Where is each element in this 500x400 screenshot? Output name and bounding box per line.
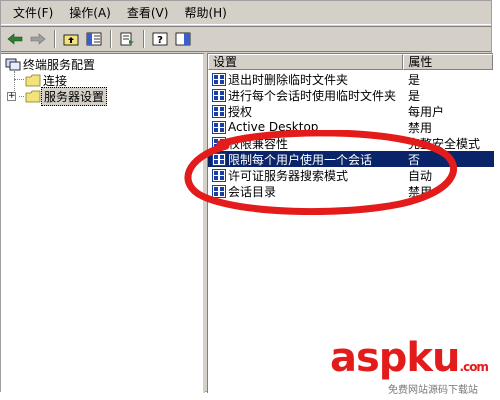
back-button[interactable]: [4, 29, 26, 49]
setting-icon: [212, 72, 226, 86]
setting-value: 是: [408, 72, 421, 87]
arrow-left-icon: [7, 33, 23, 45]
setting-value: 自动: [408, 168, 433, 183]
setting-name-cell: 许可证服务器搜索模式: [208, 167, 404, 184]
toolbar: ?: [1, 26, 491, 52]
table-row[interactable]: 进行每个会话时使用临时文件夹是: [208, 87, 494, 103]
menu-file[interactable]: 文件(F): [5, 2, 61, 23]
setting-value: 完整安全模式: [408, 136, 481, 151]
table-row[interactable]: 授权 每用户: [208, 103, 494, 119]
expand-toggle[interactable]: +: [7, 92, 16, 101]
console-tree-icon: [86, 32, 102, 46]
setting-value: 禁用: [408, 184, 433, 199]
export-list-button[interactable]: [116, 29, 138, 49]
setting-icon: [212, 88, 226, 102]
folder-up-icon: [63, 34, 79, 46]
mmc-window: 文件(F) 操作(A) 查看(V) 帮助(H) ? 终端服务配置 连接 + 服务…: [0, 0, 494, 393]
forward-button[interactable]: [27, 29, 49, 49]
setting-name: 进行每个会话时使用临时文件夹: [228, 88, 397, 103]
terminal-services-icon: [5, 58, 21, 70]
setting-name-cell: 进行每个会话时使用临时文件夹: [208, 87, 404, 104]
toolbar-separator: [54, 30, 56, 48]
setting-name: Active Desktop: [228, 120, 319, 134]
table-row[interactable]: 权限兼容性 完整安全模式: [208, 135, 494, 151]
setting-icon: [212, 152, 226, 166]
column-header-attribute[interactable]: 属性: [403, 54, 493, 70]
setting-icon: [212, 136, 226, 150]
table-row[interactable]: 退出时删除临时文件夹 是: [208, 71, 494, 87]
table-row[interactable]: 会话目录 禁用: [208, 183, 494, 199]
setting-icon: [212, 168, 226, 182]
table-row[interactable]: Active Desktop 禁用: [208, 119, 494, 135]
show-hide-tree-button[interactable]: [83, 29, 105, 49]
svg-text:?: ?: [157, 35, 163, 46]
setting-name-cell: 会话目录: [208, 183, 404, 200]
setting-name-cell: 限制每个用户使用一个会话: [208, 151, 404, 168]
setting-value: 否: [408, 152, 421, 167]
tree-root-node[interactable]: 终端服务配置: [5, 56, 97, 73]
show-hide-action-pane-button[interactable]: [172, 29, 194, 49]
setting-name: 许可证服务器搜索模式: [228, 168, 349, 183]
toolbar-separator: [110, 30, 112, 48]
list-header: 设置 属性: [208, 54, 493, 70]
arrow-right-icon: [30, 33, 46, 45]
tree-root-label: 终端服务配置: [23, 58, 96, 72]
setting-icon: [212, 120, 226, 134]
setting-name-cell: 退出时删除临时文件夹: [208, 71, 404, 88]
console-tree: 终端服务配置 连接 + 服务器设置: [1, 53, 205, 393]
setting-name: 授权: [228, 104, 253, 119]
table-row[interactable]: 限制每个用户使用一个会话 否: [208, 151, 494, 167]
toolbar-separator: [143, 30, 145, 48]
setting-value: 禁用: [408, 120, 433, 135]
help-icon: ?: [152, 32, 168, 46]
setting-value: 每用户: [408, 104, 445, 119]
setting-icon: [212, 104, 226, 118]
details-list: 设置 属性 退出时删除临时文件夹是进行每个会话时使用临时文件夹是授权 每用户 Act…: [207, 53, 494, 393]
menu-help[interactable]: 帮助(H): [176, 2, 234, 23]
setting-icon: [212, 184, 226, 198]
menu-action[interactable]: 操作(A): [61, 2, 119, 23]
menu-bar: 文件(F) 操作(A) 查看(V) 帮助(H): [1, 1, 491, 25]
setting-name: 会话目录: [228, 184, 277, 199]
menu-view[interactable]: 查看(V): [119, 2, 177, 23]
folder-icon: [25, 90, 41, 103]
setting-name-cell: 授权: [208, 103, 404, 120]
panel-icon: [175, 32, 191, 46]
table-row[interactable]: 许可证服务器搜索模式 自动: [208, 167, 494, 183]
help-button[interactable]: ?: [149, 29, 171, 49]
folder-icon: [25, 74, 41, 87]
up-level-button[interactable]: [60, 29, 82, 49]
setting-name-cell: 权限兼容性: [208, 135, 404, 152]
setting-name: 限制每个用户使用一个会话: [228, 152, 373, 167]
setting-value: 是: [408, 88, 421, 103]
setting-name: 退出时删除临时文件夹: [228, 72, 349, 87]
tree-node-label: 服务器设置: [41, 87, 108, 106]
export-list-icon: [120, 32, 134, 46]
setting-name-cell: Active Desktop: [208, 120, 404, 134]
setting-name: 权限兼容性: [228, 136, 289, 151]
column-header-setting[interactable]: 设置: [208, 54, 404, 70]
tree-node-server-settings[interactable]: 服务器设置: [25, 87, 108, 106]
